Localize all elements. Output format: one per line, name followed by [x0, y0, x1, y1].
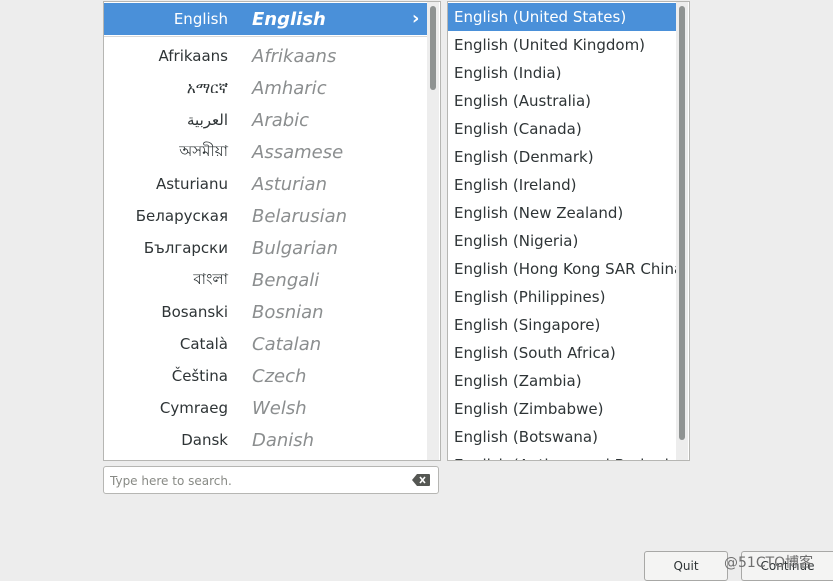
locale-row[interactable]: English (United States) [448, 3, 676, 31]
language-native-name: Čeština [171, 367, 228, 385]
language-row[interactable]: Български Bulgarian [104, 232, 427, 264]
language-list[interactable]: English English › Afrikaans Afrikaans አማርኛ Amh… [103, 1, 441, 461]
locale-row[interactable]: English (Nigeria) [448, 227, 676, 255]
language-english-name: Asturian [252, 173, 327, 195]
language-english-name: Bulgarian [252, 237, 339, 259]
language-english-name: Amharic [252, 77, 327, 99]
language-english-name: Bosnian [252, 301, 324, 323]
language-row[interactable]: Čeština Czech [104, 360, 427, 392]
language-english-name: Bengali [252, 269, 320, 291]
language-native-name: Cymraeg [159, 399, 228, 417]
language-row[interactable]: Afrikaans Afrikaans [104, 40, 427, 72]
language-native-name: Беларуская [135, 207, 228, 225]
language-native-name: አማርኛ [186, 79, 228, 97]
locale-row[interactable]: English (Zambia) [448, 367, 676, 395]
quit-button[interactable]: Quit [644, 551, 728, 581]
language-english-name: English [252, 8, 326, 30]
language-native-name: العربية [187, 111, 228, 129]
language-english-name: Assamese [252, 141, 344, 163]
locale-row[interactable]: English (United Kingdom) [448, 31, 676, 59]
language-native-name: Asturianu [155, 175, 228, 193]
locale-row[interactable]: English (Singapore) [448, 311, 676, 339]
language-row[interactable]: العربية Arabic [104, 104, 427, 136]
locale-list-scrollbar-thumb[interactable] [679, 6, 685, 440]
language-native-name: English [173, 10, 228, 28]
locale-row[interactable]: English (South Africa) [448, 339, 676, 367]
locale-row[interactable]: English (Zimbabwe) [448, 395, 676, 423]
language-row[interactable]: Bosanski Bosnian [104, 296, 427, 328]
language-list-scrollbar-thumb[interactable] [430, 6, 436, 90]
language-native-name: বাংলা [193, 269, 228, 288]
locale-list[interactable]: English (United States) English (United K… [447, 1, 690, 461]
backspace-clear-icon[interactable] [412, 474, 430, 486]
language-native-name: Български [143, 239, 228, 257]
locale-row[interactable]: English (Denmark) [448, 143, 676, 171]
language-row[interactable]: አማርኛ Amharic [104, 72, 427, 104]
language-row[interactable]: Cymraeg Welsh [104, 392, 427, 424]
language-english-name: Arabic [252, 109, 310, 131]
locale-row[interactable]: English (New Zealand) [448, 199, 676, 227]
language-row[interactable]: English English › [104, 3, 427, 35]
search-input[interactable] [108, 471, 402, 491]
language-row[interactable]: Dansk Danish [104, 424, 427, 456]
chevron-right-icon: › [412, 8, 420, 29]
language-english-name: Belarusian [252, 205, 348, 227]
language-english-name: Catalan [252, 333, 322, 355]
locale-row[interactable]: English (Antigua and Barbuda) [448, 451, 684, 460]
language-row[interactable]: Беларуская Belarusian [104, 200, 427, 232]
language-english-name: Afrikaans [252, 45, 337, 67]
language-english-name: Welsh [252, 397, 307, 419]
language-native-name: Bosanski [161, 303, 228, 321]
language-list-scrollbar[interactable] [427, 2, 439, 460]
language-native-name: Català [179, 335, 228, 353]
locale-list-scrollbar[interactable] [676, 2, 688, 460]
divider [104, 36, 427, 37]
locale-row[interactable]: English (Australia) [448, 87, 676, 115]
locale-row[interactable]: English (Canada) [448, 115, 676, 143]
locale-row[interactable]: English (Botswana) [448, 423, 676, 451]
locale-row[interactable]: English (Philippines) [448, 283, 676, 311]
language-native-name: অসমীয়া [179, 141, 228, 160]
locale-row[interactable]: English (Ireland) [448, 171, 676, 199]
language-english-name: Danish [252, 429, 315, 451]
language-search-box[interactable] [103, 466, 439, 494]
watermark: @51CTO博客 [724, 555, 814, 571]
locale-row[interactable]: English (India) [448, 59, 676, 87]
language-native-name: Dansk [181, 431, 228, 449]
language-row[interactable]: বাংলা Bengali [104, 264, 427, 296]
language-row[interactable]: Asturianu Asturian [104, 168, 427, 200]
language-row[interactable]: অসমীয়া Assamese [104, 136, 427, 168]
language-english-name: Czech [252, 365, 307, 387]
language-native-name: Afrikaans [158, 47, 228, 65]
language-row[interactable]: Català Catalan [104, 328, 427, 360]
locale-row[interactable]: English (Hong Kong SAR China) [448, 255, 689, 283]
